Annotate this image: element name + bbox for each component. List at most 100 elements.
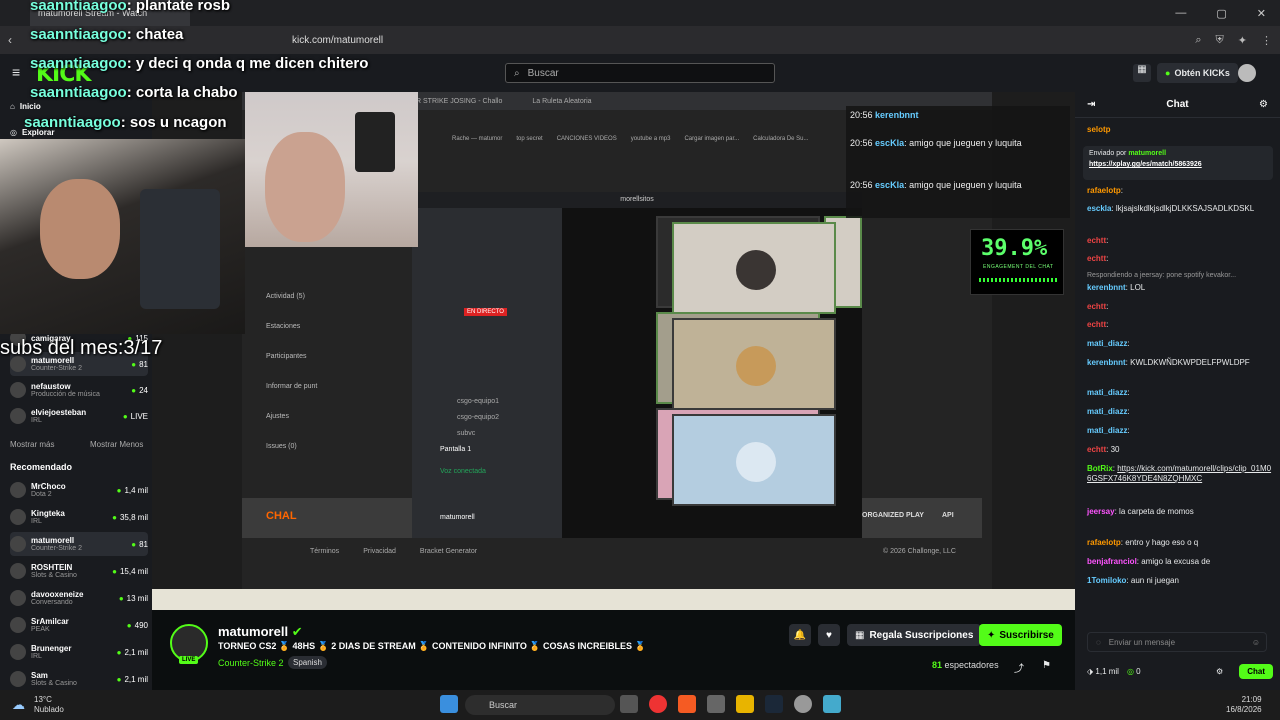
chat-username[interactable]: echtt — [1087, 254, 1106, 263]
chat-message: 1Tomiloko: aun ni juegan — [1087, 576, 1179, 585]
chat-username[interactable]: esckla — [1087, 204, 1111, 213]
clock-date: 16/8/2026 — [1226, 705, 1262, 714]
chat-message: rafaelotp: — [1087, 186, 1124, 195]
chat-message: echtt: — [1087, 320, 1109, 329]
sidebar-channel[interactable]: nefaustowProducción de música 24 — [10, 378, 148, 402]
get-kicks-button[interactable]: ● Obtén KICKs — [1157, 63, 1238, 83]
viewer-count: 24 — [131, 386, 148, 395]
ccleaner-icon[interactable] — [823, 695, 841, 713]
folder-icon[interactable] — [736, 695, 754, 713]
brave-icon[interactable] — [678, 695, 696, 713]
channel-category: Counter-Strike 2 — [31, 365, 82, 372]
sidebar-channel[interactable]: SrAmilcarPEAK 490 — [10, 613, 148, 637]
task-view-icon[interactable] — [620, 695, 638, 713]
chat-username[interactable]: echtt — [1087, 320, 1106, 329]
show-more-link[interactable]: Mostrar más — [10, 440, 54, 449]
obs-icon[interactable] — [794, 695, 812, 713]
footer-link: Términos — [310, 548, 340, 555]
kicks-balance[interactable]: ⬗ 1,1 mil — [1087, 667, 1119, 676]
discord-user: matumorell — [440, 514, 475, 521]
weather-widget[interactable]: 13°C Nublado — [34, 695, 64, 715]
hamburger-icon[interactable]: ≡ — [12, 64, 20, 80]
start-icon[interactable] — [440, 695, 458, 713]
user-avatar[interactable] — [1238, 64, 1256, 82]
sidebar-channel[interactable]: davooxeneizeConversando 13 mil — [10, 586, 148, 610]
chat-placeholder: Enviar un mensaje — [1108, 637, 1176, 647]
chat-username[interactable]: echtt — [1087, 236, 1106, 245]
zoom-icon[interactable]: ⌕ — [1195, 34, 1201, 47]
collapse-chat-icon[interactable]: ⇥ — [1087, 99, 1095, 110]
search-input[interactable]: ⌕ Buscar — [505, 63, 775, 83]
chat-username[interactable]: rafaelotp — [1087, 538, 1121, 547]
shield-icon[interactable]: ⛨ — [1216, 34, 1224, 47]
chat-username[interactable]: benjafranciol — [1087, 557, 1137, 566]
discord-server-name: morellsitos — [412, 192, 862, 208]
taskbar-search[interactable]: Buscar — [465, 695, 615, 715]
chat-username[interactable]: kerenbnnt — [1087, 358, 1126, 367]
show-less-link[interactable]: Mostrar Menos — [90, 440, 143, 449]
sidebar-channel[interactable]: BrunengerIRL 2,1 mil — [10, 640, 148, 664]
chat-username[interactable]: mati_diazz — [1087, 388, 1127, 397]
back-icon[interactable]: ‹ — [8, 33, 12, 47]
stream-category[interactable]: Counter-Strike 2 — [218, 658, 284, 668]
chat-message: kerenbnnt: LOL — [1087, 283, 1146, 292]
chat-username[interactable]: echtt — [1087, 302, 1106, 311]
store-icon[interactable] — [707, 695, 725, 713]
chat-settings-icon[interactable]: ⚙ — [1259, 99, 1268, 110]
share-icon[interactable]: ⤴ — [1014, 660, 1024, 675]
menu-icon[interactable]: ⋮ — [1261, 34, 1272, 47]
star-icon: ✦ — [987, 629, 996, 641]
chrome-icon[interactable] — [649, 695, 667, 713]
bookmark: youtube a mp3 — [630, 136, 671, 142]
webcam-shirt — [355, 112, 395, 172]
menu-item: Issues (0) — [266, 443, 297, 450]
chat-message: mati_diazz: — [1087, 426, 1130, 435]
sidebar-channel[interactable]: elviejoestebanIRL LIVE — [10, 404, 148, 428]
chat-username[interactable]: kerenbnnt — [1087, 283, 1126, 292]
gift-subs-button[interactable]: ▦ Regala Suscripciones — [847, 624, 982, 646]
viewer-count: 81 espectadores — [932, 660, 999, 670]
url-field[interactable]: kick.com/matumorell — [292, 35, 383, 46]
chat-settings-icon[interactable]: ⚙ — [1216, 667, 1223, 676]
menu-item: Participantes — [266, 353, 307, 360]
viewer-count: 35,8 mil — [112, 513, 148, 522]
follow-heart-button[interactable]: ♥ — [818, 624, 840, 646]
notification-bell-button[interactable]: 🔔 — [789, 624, 811, 646]
steam-icon[interactable] — [765, 695, 783, 713]
channel-name: Brunenger — [31, 644, 72, 653]
chat-username[interactable]: 1Tomiloko — [1087, 576, 1126, 585]
streamer-name[interactable]: matumorell ✔ — [218, 624, 303, 640]
subscribe-button[interactable]: ✦ Suscribirse — [979, 624, 1062, 646]
report-icon[interactable]: ⚑ — [1042, 660, 1051, 671]
sidebar-channel[interactable]: ROSHTEINSlots & Casino 15,4 mil — [10, 559, 148, 583]
sidebar-channel[interactable]: SamSlots & Casino 2,1 mil — [10, 667, 148, 691]
viewers-label: espectadores — [944, 660, 999, 670]
minimize-icon[interactable]: — — [1175, 7, 1186, 20]
language-tag[interactable]: Spanish — [288, 656, 327, 669]
send-chat-button[interactable]: Chat — [1239, 663, 1273, 679]
maximize-icon[interactable]: ▢ — [1216, 7, 1226, 20]
emoji-icon[interactable]: ☺ — [1252, 638, 1260, 647]
chat-input[interactable]: ◌ Enviar un mensaje ☺ — [1087, 632, 1267, 652]
chat-username[interactable]: BotRix — [1087, 464, 1113, 473]
sidebar-channel[interactable]: MrChocoDota 2 1,4 mil — [10, 478, 148, 502]
system-clock[interactable]: 21:09 16/8/2026 — [1226, 695, 1262, 715]
chat-username[interactable]: echtt — [1087, 445, 1106, 454]
sidebar-channel[interactable]: matumorellCounter-Strike 2 81 — [10, 532, 148, 556]
layout-icon[interactable]: ▦ — [1133, 64, 1151, 82]
chat-username[interactable]: mati_diazz — [1087, 407, 1127, 416]
channel-points[interactable]: ◎ 0 — [1127, 667, 1141, 676]
chat-link[interactable]: https://kick.com/matumorell/clips/clip_0… — [1087, 464, 1271, 483]
overlay-user: saanntiaagoo — [30, 55, 127, 72]
sidebar-channel[interactable]: KingtekaIRL 35,8 mil — [10, 505, 148, 529]
chat-username[interactable]: rafaelotp — [1087, 186, 1121, 195]
extensions-icon[interactable]: ✦ — [1238, 34, 1247, 47]
get-kicks-label: Obtén KICKs — [1174, 68, 1230, 78]
chat-username[interactable]: mati_diazz — [1087, 339, 1127, 348]
avatar — [10, 563, 26, 579]
chat-username[interactable]: jeersay — [1087, 507, 1115, 516]
close-icon[interactable]: ✕ — [1257, 7, 1266, 20]
chat-username[interactable]: selotp — [1087, 125, 1111, 134]
chat-username[interactable]: mati_diazz — [1087, 426, 1127, 435]
pinned-link[interactable]: https://xplay.gg/es/match/5863926 — [1089, 161, 1267, 168]
